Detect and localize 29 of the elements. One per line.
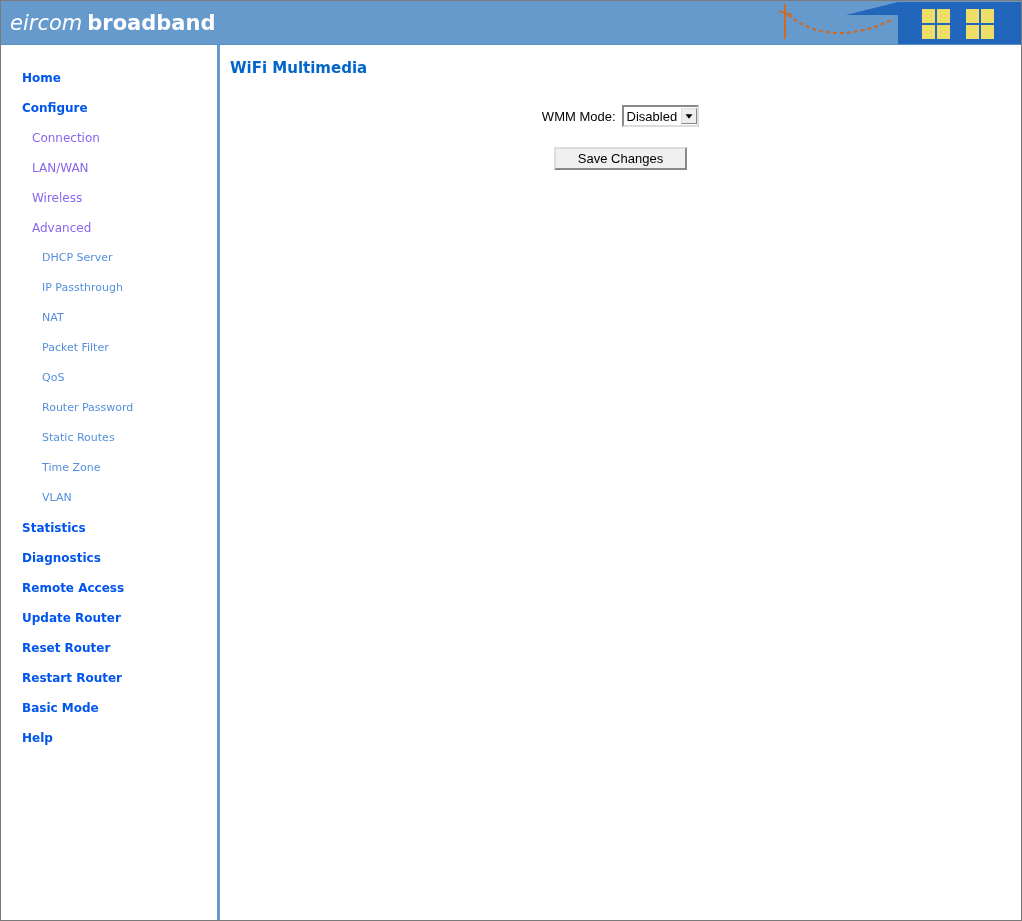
field-label: WMM Mode: [541, 108, 616, 124]
brand-text: eircom [10, 10, 83, 35]
sidebar-link[interactable]: QoS [1, 363, 217, 393]
page-title: WiFi Multimedia [230, 59, 369, 77]
sidebar-link[interactable]: Static Routes [1, 423, 217, 453]
sidebar-link[interactable]: Router Password [1, 393, 217, 423]
sidebar-link[interactable]: LAN/WAN [1, 153, 217, 183]
sidebar-link[interactable]: Remote Access [1, 573, 217, 603]
sidebar-link[interactable]: Time Zone [1, 453, 217, 483]
sidebar-link[interactable]: VLAN [1, 483, 217, 513]
sidebar-link[interactable]: Advanced [1, 213, 217, 243]
sidebar-link[interactable]: Connection [1, 123, 217, 153]
sidebar-link[interactable]: DHCP Server [1, 243, 217, 273]
sidebar-link[interactable]: IP Passthrough [1, 273, 217, 303]
sidebar-link[interactable]: NAT [1, 303, 217, 333]
sidebar-link[interactable]: Restart Router [1, 663, 217, 693]
sidebar-link[interactable]: Configure [1, 93, 217, 123]
sidebar-link[interactable]: Packet Filter [1, 333, 217, 363]
mode-dropdown[interactable]: Disabled [621, 105, 700, 127]
product-text: broadband [87, 10, 216, 35]
sidebar-link[interactable]: Home [1, 63, 217, 93]
sidebar-link[interactable]: Diagnostics [1, 543, 217, 573]
save-button[interactable]: Save Changes [554, 147, 687, 170]
sidebar-link[interactable]: Update Router [1, 603, 217, 633]
sidebar-link[interactable]: Basic Mode [1, 693, 217, 723]
sidebar-link[interactable]: Reset Router [1, 633, 217, 663]
sidebar-link[interactable]: Help [1, 723, 217, 753]
sidebar-link[interactable]: Statistics [1, 513, 217, 543]
sidebar-link[interactable]: Wireless [1, 183, 217, 213]
